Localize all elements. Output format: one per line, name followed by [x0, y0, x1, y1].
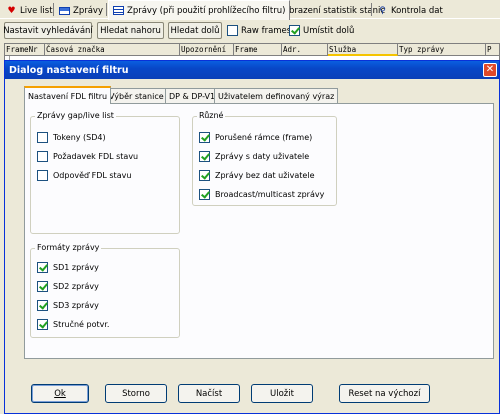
- tab-data-check[interactable]: ⚲ Kontrola dat: [373, 2, 447, 19]
- column-header[interactable]: Služba: [328, 44, 398, 56]
- fdl-filter-panel: Zprávy gap/live list Tokeny (SD4) Požada…: [24, 103, 494, 359]
- gap-live-list-group: Zprávy gap/live list Tokeny (SD4) Požada…: [30, 111, 180, 234]
- tab-label: Kontrola dat: [391, 5, 443, 16]
- button-label: Ok: [54, 388, 66, 399]
- tab-user-expression[interactable]: Uživatelem definovaný výraz: [214, 88, 339, 103]
- ok-button[interactable]: Ok: [31, 384, 89, 403]
- checkbox-box: [37, 170, 48, 181]
- column-header[interactable]: Frame: [234, 44, 282, 56]
- column-header[interactable]: Upozornění: [180, 44, 234, 56]
- misc-group: Různé Porušené rámce (frame) Zprávy s da…: [192, 111, 337, 206]
- checkbox-label: Požadavek FDL stavu: [53, 152, 139, 161]
- checkbox-label: Raw frames: [241, 25, 292, 36]
- checkbox-label: Zprávy s daty uživatele: [215, 152, 310, 161]
- sd3-messages-checkbox[interactable]: SD3 zprávy: [37, 300, 99, 311]
- checkbox-box: [37, 300, 48, 311]
- find-down-button[interactable]: Hledat dolů: [168, 22, 222, 39]
- column-header[interactable]: Adr.: [282, 44, 328, 56]
- group-title: Zprávy gap/live list: [35, 111, 116, 120]
- place-below-checkbox[interactable]: Umístit dolů: [289, 25, 354, 36]
- checkbox-label: Zprávy bez dat uživatele: [215, 171, 315, 180]
- find-up-button[interactable]: Hledat nahoru: [97, 22, 164, 39]
- checkbox-label: Broadcast/multicast zprávy: [215, 190, 325, 199]
- checkbox-label: SD3 zprávy: [53, 301, 99, 310]
- raw-frames-checkbox[interactable]: Raw frames: [227, 25, 291, 36]
- sd1-messages-checkbox[interactable]: SD1 zprávy: [37, 262, 99, 273]
- column-header[interactable]: Typ zprávy: [398, 44, 486, 56]
- tab-label: Zobrazení statistik stanic: [278, 5, 386, 16]
- broken-frames-checkbox[interactable]: Porušené rámce (frame): [199, 132, 312, 143]
- search-icon: ⚲: [379, 5, 386, 16]
- checkbox-box: [289, 25, 300, 36]
- load-button[interactable]: Načíst: [178, 384, 240, 403]
- tab-filtered-messages[interactable]: Zprávy (při použití prohlížecího filtru): [108, 0, 291, 20]
- checkbox-box: [37, 151, 48, 162]
- save-button[interactable]: Uložit: [251, 384, 313, 403]
- table-icon: [113, 6, 124, 15]
- column-header[interactable]: FrameNr: [5, 44, 45, 56]
- tokens-sd4-checkbox[interactable]: Tokeny (SD4): [37, 132, 106, 143]
- search-toolbar: Nastavit vyhledávání Hledat nahoru Hleda…: [0, 21, 500, 42]
- fdl-status-response-checkbox[interactable]: Odpověď FDL stavu: [37, 170, 131, 181]
- checkbox-label: Odpověď FDL stavu: [53, 171, 132, 180]
- tab-station-select[interactable]: Výběr stanice: [105, 88, 168, 103]
- checkbox-box: [37, 319, 48, 330]
- tab-label: Zprávy: [73, 5, 103, 16]
- messages-without-user-data-checkbox[interactable]: Zprávy bez dat uživatele: [199, 170, 315, 181]
- checkbox-box: [199, 170, 210, 181]
- column-header[interactable]: P: [486, 44, 499, 56]
- reset-default-button[interactable]: Reset na výchozí: [339, 384, 430, 403]
- window-icon: [59, 6, 70, 15]
- tab-label: Live list: [20, 5, 53, 16]
- tab-messages[interactable]: Zprávy: [55, 2, 107, 19]
- fdl-status-request-checkbox[interactable]: Požadavek FDL stavu: [37, 151, 138, 162]
- group-title: Různé: [197, 111, 226, 120]
- tab-live-list[interactable]: ♥ Live list: [2, 2, 57, 19]
- checkbox-label: Porušené rámce (frame): [215, 133, 313, 142]
- checkbox-label: Umístit dolů: [303, 25, 355, 36]
- broadcast-multicast-checkbox[interactable]: Broadcast/multicast zprávy: [199, 189, 324, 200]
- grid-header: FrameNr Časová značka Upozornění Frame A…: [5, 44, 499, 56]
- column-header[interactable]: Časová značka: [45, 44, 180, 56]
- checkbox-label: SD2 zprávy: [53, 282, 99, 291]
- checkbox-label: SD1 zprávy: [53, 263, 99, 272]
- filter-settings-dialog: Dialog nastavení filtru ✕ Nastavení FDL …: [4, 60, 500, 414]
- group-title: Formáty zprávy: [35, 243, 102, 252]
- sd2-messages-checkbox[interactable]: SD2 zprávy: [37, 281, 99, 292]
- dialog-titlebar[interactable]: Dialog nastavení filtru ✕: [5, 61, 499, 79]
- checkbox-box: [37, 281, 48, 292]
- checkbox-box: [37, 132, 48, 143]
- tab-fdl-filter[interactable]: Nastavení FDL filtru: [24, 86, 112, 104]
- tab-dp-dpv1[interactable]: DP & DP-V1: [165, 88, 220, 103]
- heart-icon: ♥: [7, 5, 16, 16]
- tab-label: Zprávy (při použití prohlížecího filtru): [127, 5, 286, 16]
- close-icon[interactable]: ✕: [483, 63, 497, 77]
- checkbox-box: [199, 151, 210, 162]
- short-ack-checkbox[interactable]: Stručné potvr.: [37, 319, 109, 330]
- dialog-title: Dialog nastavení filtru: [9, 64, 129, 76]
- messages-with-user-data-checkbox[interactable]: Zprávy s daty uživatele: [199, 151, 309, 162]
- checkbox-label: Stručné potvr.: [53, 320, 110, 329]
- view-tab-bar: ♥ Live list Zprávy Zprávy (při použití p…: [0, 0, 500, 20]
- checkbox-box: [37, 262, 48, 273]
- set-search-button[interactable]: Nastavit vyhledávání: [3, 22, 93, 39]
- message-formats-group: Formáty zprávy SD1 zprávy SD2 zprávy SD3…: [30, 243, 180, 338]
- checkbox-box: [199, 189, 210, 200]
- cancel-button[interactable]: Storno: [105, 384, 167, 403]
- checkbox-box: [199, 132, 210, 143]
- checkbox-box: [227, 25, 238, 36]
- checkbox-label: Tokeny (SD4): [53, 133, 106, 142]
